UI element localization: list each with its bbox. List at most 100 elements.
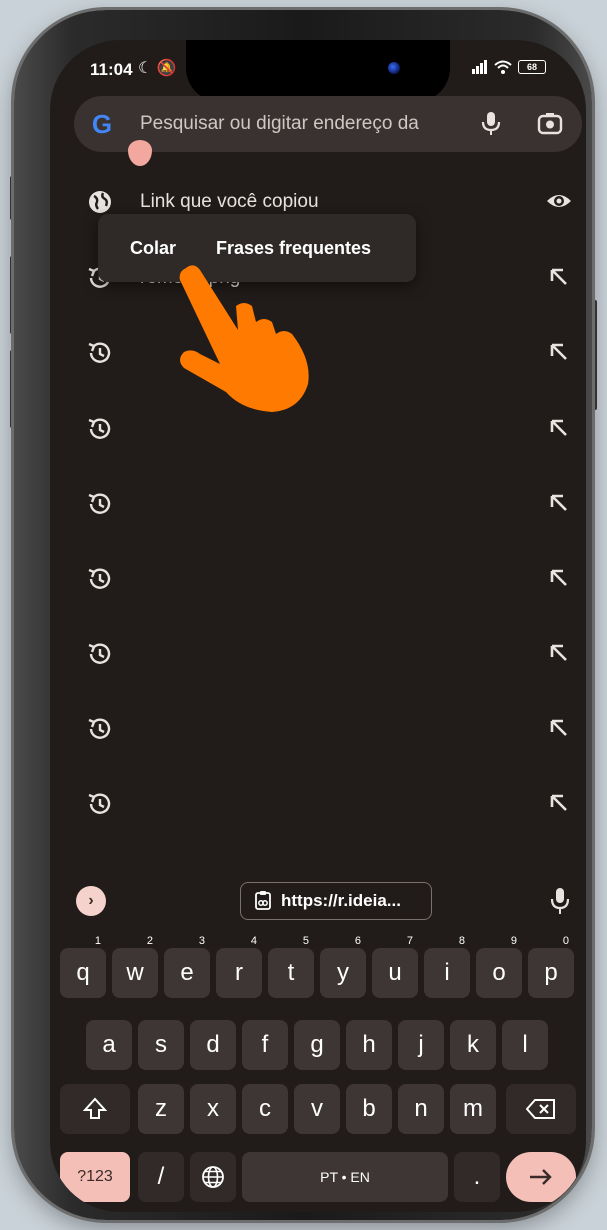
period-key[interactable]: . [454, 1152, 500, 1202]
paste-button[interactable]: Colar [130, 238, 176, 259]
wifi-icon [494, 60, 512, 74]
chevron-right-icon[interactable]: › [76, 886, 106, 916]
key-s[interactable]: s [138, 1020, 184, 1070]
key-hint: 9 [510, 935, 517, 947]
text-cursor-handle[interactable] [128, 140, 152, 166]
key-label: u [388, 959, 402, 986]
key-label: y [337, 959, 349, 986]
keyboard-mic-icon[interactable] [548, 886, 572, 916]
signal-icon [472, 60, 487, 74]
key-label: o [492, 959, 506, 986]
key-x[interactable]: x [190, 1084, 236, 1134]
key-label: q [76, 959, 90, 986]
frequent-phrases-button[interactable]: Frases frequentes [216, 238, 371, 259]
history-icon [88, 568, 111, 589]
shift-key[interactable] [60, 1084, 130, 1134]
key-hint: 4 [250, 935, 257, 947]
key-l[interactable]: l [502, 1020, 548, 1070]
key-u[interactable]: u7 [372, 935, 418, 998]
key-y[interactable]: y6 [320, 935, 366, 998]
key-d[interactable]: d [190, 1020, 236, 1070]
language-key[interactable] [190, 1152, 236, 1202]
list-item[interactable] [50, 626, 586, 682]
key-hint: 5 [302, 935, 309, 947]
key-b[interactable]: b [346, 1084, 392, 1134]
symbols-key[interactable]: ?123 [60, 1152, 130, 1202]
search-input[interactable]: Pesquisar ou digitar endereço da [140, 113, 419, 135]
key-hint: 1 [94, 935, 101, 947]
key-label: p [544, 959, 558, 986]
status-time: 11:04 [90, 60, 133, 79]
list-item[interactable] [50, 551, 586, 607]
backspace-icon [525, 1099, 555, 1119]
arrow-up-left-icon[interactable] [546, 790, 572, 816]
phone-frame: 11:04 ☾ 🔕 68 G Pesquisar ou digitar ende… [14, 10, 592, 1220]
globe-key-icon [202, 1166, 224, 1188]
history-icon [88, 643, 111, 664]
list-item[interactable] [50, 701, 586, 757]
key-r[interactable]: r4 [216, 935, 262, 998]
arrow-up-left-icon[interactable] [546, 640, 572, 666]
key-label: t [287, 959, 295, 986]
space-key[interactable]: PT • EN [242, 1152, 448, 1202]
key-hint: 2 [146, 935, 153, 947]
eye-icon[interactable] [546, 188, 572, 214]
history-icon [88, 793, 111, 814]
status-right: 68 [472, 60, 546, 74]
key-f[interactable]: f [242, 1020, 288, 1070]
google-logo-icon: G [91, 109, 113, 139]
key-a[interactable]: a [86, 1020, 132, 1070]
slash-key[interactable]: / [138, 1152, 184, 1202]
key-i[interactable]: i8 [424, 935, 470, 998]
arrow-right-icon [530, 1169, 552, 1185]
moon-icon: ☾ [138, 60, 153, 77]
key-g[interactable]: g [294, 1020, 340, 1070]
list-item[interactable] [50, 476, 586, 532]
key-w[interactable]: w2 [112, 935, 158, 998]
key-q[interactable]: q1 [60, 935, 106, 998]
key-k[interactable]: k [450, 1020, 496, 1070]
arrow-up-left-icon[interactable] [546, 415, 572, 441]
key-h[interactable]: h [346, 1020, 392, 1070]
phone-screen: 11:04 ☾ 🔕 68 G Pesquisar ou digitar ende… [50, 40, 586, 1212]
suggestion-label: Link que você copiou [140, 191, 319, 212]
key-v[interactable]: v [294, 1084, 340, 1134]
key-e[interactable]: e3 [164, 935, 210, 998]
key-o[interactable]: o9 [476, 935, 522, 998]
battery-icon: 68 [518, 60, 546, 74]
key-z[interactable]: z [138, 1084, 184, 1134]
key-m[interactable]: m [450, 1084, 496, 1134]
lens-camera-icon[interactable] [536, 110, 564, 138]
arrow-up-left-icon[interactable] [546, 490, 572, 516]
key-p[interactable]: p0 [528, 935, 574, 998]
key-c[interactable]: c [242, 1084, 288, 1134]
list-item[interactable] [50, 776, 586, 832]
key-hint: 3 [198, 935, 205, 947]
key-hint: 8 [458, 935, 465, 947]
key-label: r [235, 959, 243, 986]
address-bar[interactable]: G Pesquisar ou digitar endereço da [74, 96, 582, 152]
arrow-up-left-icon[interactable] [546, 715, 572, 741]
clipboard-chip[interactable]: https://r.ideia... [240, 882, 432, 920]
bell-off-icon: 🔕 [156, 60, 177, 77]
clipboard-text: https://r.ideia... [281, 891, 401, 910]
arrow-up-left-icon[interactable] [546, 264, 572, 290]
key-hint: 7 [406, 935, 413, 947]
key-j[interactable]: j [398, 1020, 444, 1070]
mic-icon[interactable] [476, 108, 506, 138]
key-hint: 0 [562, 935, 569, 947]
status-notification-icons: ☾ 🔕 [138, 58, 177, 78]
front-camera [388, 62, 400, 74]
arrow-up-left-icon[interactable] [546, 339, 572, 365]
enter-key[interactable] [506, 1152, 576, 1202]
shift-icon [82, 1097, 108, 1119]
key-n[interactable]: n [398, 1084, 444, 1134]
key-t[interactable]: t5 [268, 935, 314, 998]
history-icon [88, 418, 111, 439]
history-icon [88, 718, 111, 739]
history-icon [88, 493, 111, 514]
tap-hand-icon [179, 265, 309, 412]
key-hint: 6 [354, 935, 361, 947]
backspace-key[interactable] [506, 1084, 576, 1134]
arrow-up-left-icon[interactable] [546, 565, 572, 591]
